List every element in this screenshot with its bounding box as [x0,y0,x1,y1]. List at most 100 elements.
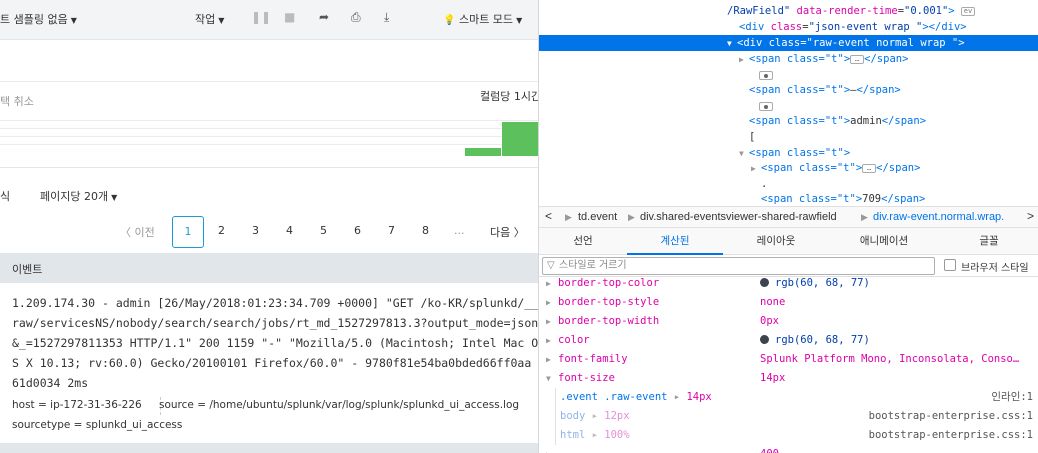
markup-line[interactable]: <span class="t">709</span> [539,191,1038,206]
field-sourcetype[interactable]: sourcetype = splunkd_ui_access [12,419,182,431]
collapsed-triangle-icon[interactable]: ▶ [546,277,551,293]
collapsed-triangle-icon[interactable]: ▶ [546,293,551,312]
matched-rule[interactable]: body ▸ 12px bootstrap-enterprise.css:1 [555,407,1038,426]
field-source[interactable]: source = /home/ubuntu/splunk/var/log/spl… [159,399,519,411]
browser-styles-checkbox[interactable] [944,259,956,271]
pause-icon[interactable]: ❚❚ [251,10,271,24]
whitespace-icon[interactable] [759,70,773,80]
page-button[interactable]: 2 [218,224,225,237]
breadcrumb-item-active[interactable]: div.raw-event.normal.wrap. [873,211,1004,223]
search-toolbar: 트 샘플링 없음 ▼ 작업 ▼ ❚❚ ■ ➦ ⎙ ⤓ 💡 스마트 모드 ▼ [0,0,538,40]
format-label[interactable]: 식 [0,188,10,204]
markup-line[interactable]: . [539,176,1038,192]
filter-styles-input[interactable]: ▽ 스타일로 거르기 [542,257,935,275]
prev-page-button[interactable]: 〈 이전 [120,224,155,240]
markup-line[interactable]: /RawField" data-render-time="0.001"> ev [539,3,1038,19]
page-button-current[interactable]: 1 [172,216,204,248]
events-column-header[interactable]: 이벤트 [12,261,42,277]
computed-property[interactable]: ▶ color rgb(60, 68, 77) [539,331,1038,350]
share-icon[interactable]: ➦ [319,10,329,24]
lightbulb-icon: 💡 [443,15,456,26]
per-page-dropdown[interactable]: 페이지당 20개 ▼ [40,188,117,204]
computed-property[interactable]: ▼ font-size 14px [539,369,1038,388]
color-swatch[interactable] [760,335,769,344]
tab-animations[interactable]: 애니메이션 [829,228,939,255]
computed-property[interactable]: ▶ font-family Splunk Platform Mono, Incons… [539,350,1038,369]
breadcrumb: < ▶ td.event ▶ div.shared-eventsviewer-s… [539,206,1038,228]
deselect-link[interactable]: 택 취소 [0,93,34,109]
markup-line[interactable]: <div class="json-event wrap "></div> [539,19,1038,35]
filter-icon: ▽ [547,260,555,271]
timeline-gridline [0,136,538,137]
collapsed-content-icon[interactable]: … [862,163,877,173]
collapsed-triangle-icon[interactable]: ▶ [739,52,749,68]
rule-source-link[interactable]: bootstrap-enterprise.css:1 [869,407,1033,426]
collapsed-triangle-icon[interactable]: ▶ [546,445,551,453]
markup-line[interactable]: <span class="t">–</span> [539,82,1038,98]
matched-rule[interactable]: .event .raw-event ▸ 14px 인라인:1 [555,388,1038,407]
whitespace-icon[interactable] [759,101,773,111]
computed-property[interactable]: ▶400 [539,445,1038,453]
page-button[interactable]: 6 [354,224,361,237]
page-button[interactable]: 3 [252,224,259,237]
markup-line[interactable]: [ [539,129,1038,145]
sampling-dropdown[interactable]: 트 샘플링 없음 ▼ [0,11,77,27]
page-button[interactable]: 8 [422,224,429,237]
next-page-button[interactable]: 다음 〉 [490,224,525,240]
markup-line-selected[interactable]: ▼ <div class="raw-event normal wrap "> [539,35,1038,51]
tab-fonts[interactable]: 글꼴 [939,228,1038,255]
chevron-right-icon: ▶ [565,212,572,222]
collapsed-triangle-icon[interactable]: ▶ [546,350,551,369]
page-button[interactable]: 5 [320,224,327,237]
chevron-right-icon: ▶ [628,212,635,222]
markup-line[interactable]: ▼ <span class="t"> [539,145,1038,161]
collapsed-content-icon[interactable]: … [850,54,865,64]
search-mode-dropdown[interactable]: 💡 스마트 모드 ▼ [443,11,522,27]
breadcrumb-forward-button[interactable]: > [1027,209,1034,223]
page-button[interactable]: 4 [286,224,293,237]
events-footer [0,443,538,453]
chevron-right-icon: ▶ [861,212,868,222]
timeline-bar[interactable] [502,122,538,156]
computed-property[interactable]: ▶ border-top-width 0px [539,312,1038,331]
breadcrumb-item[interactable]: td.event [578,211,617,223]
raw-event-text[interactable]: 1.209.174.30 - admin [26/May/2018:01:23:… [12,293,538,393]
computed-properties: ▶ border-top-color rgb(60, 68, 77) ▶ border… [539,277,1038,453]
events-table-header: 이벤트 [0,253,538,283]
markup-line[interactable]: ▶ <span class="t">… </span> [539,51,1038,67]
matched-rule[interactable]: html ▸ 100% bootstrap-enterprise.css:1 [555,426,1038,445]
expand-triangle-icon[interactable]: ▼ [727,36,737,52]
rule-source-link[interactable]: 인라인:1 [991,388,1033,407]
timeline-chart[interactable] [0,112,538,156]
breadcrumb-item[interactable]: div.shared-eventsviewer-shared-rawfield [640,211,837,223]
collapsed-triangle-icon[interactable]: ▶ [546,312,551,331]
timeline-bar[interactable] [465,148,501,156]
jobs-menu[interactable]: 작업 ▼ [195,11,224,27]
color-swatch[interactable] [760,278,769,287]
markup-line[interactable]: <span class="t">admin</span> [539,113,1038,129]
rule-source-link[interactable]: bootstrap-enterprise.css:1 [869,426,1033,445]
computed-property[interactable]: ▶ border-top-color rgb(60, 68, 77) [539,277,1038,293]
computed-property[interactable]: ▶ border-top-style none [539,293,1038,312]
markup-line[interactable]: ▶ <span class="t">… </span> [539,160,1038,176]
collapsed-triangle-icon[interactable]: ▶ [546,331,551,350]
stop-icon[interactable]: ■ [284,10,295,24]
timeline-scale[interactable]: 컬럼당 1시간 [480,88,538,104]
event-badge-icon[interactable]: ev [960,6,975,16]
tab-rules[interactable]: 선언 [539,228,627,255]
caret-down-icon: ▼ [70,16,77,25]
field-host[interactable]: host = ip-172-31-36-226 [12,399,142,411]
markup-line [539,98,1038,114]
export-icon[interactable]: ⤓ [384,10,389,25]
print-icon[interactable]: ⎙ [351,10,361,25]
breadcrumb-back-button[interactable]: < [545,209,552,223]
collapsed-triangle-icon[interactable]: ▶ [751,161,761,177]
page-ellipsis: ... [454,224,465,237]
tab-computed[interactable]: 계산된 [627,228,723,255]
sidebar-tabs: 선언 계산된 레이아웃 애니메이션 글꼴 [539,228,1038,255]
page-button[interactable]: 7 [388,224,395,237]
markup-view: /RawField" data-render-time="0.001"> ev … [539,0,1038,206]
timeline-gridline [0,144,538,145]
tab-layout[interactable]: 레이아웃 [723,228,829,255]
expand-triangle-icon[interactable]: ▼ [546,369,551,388]
